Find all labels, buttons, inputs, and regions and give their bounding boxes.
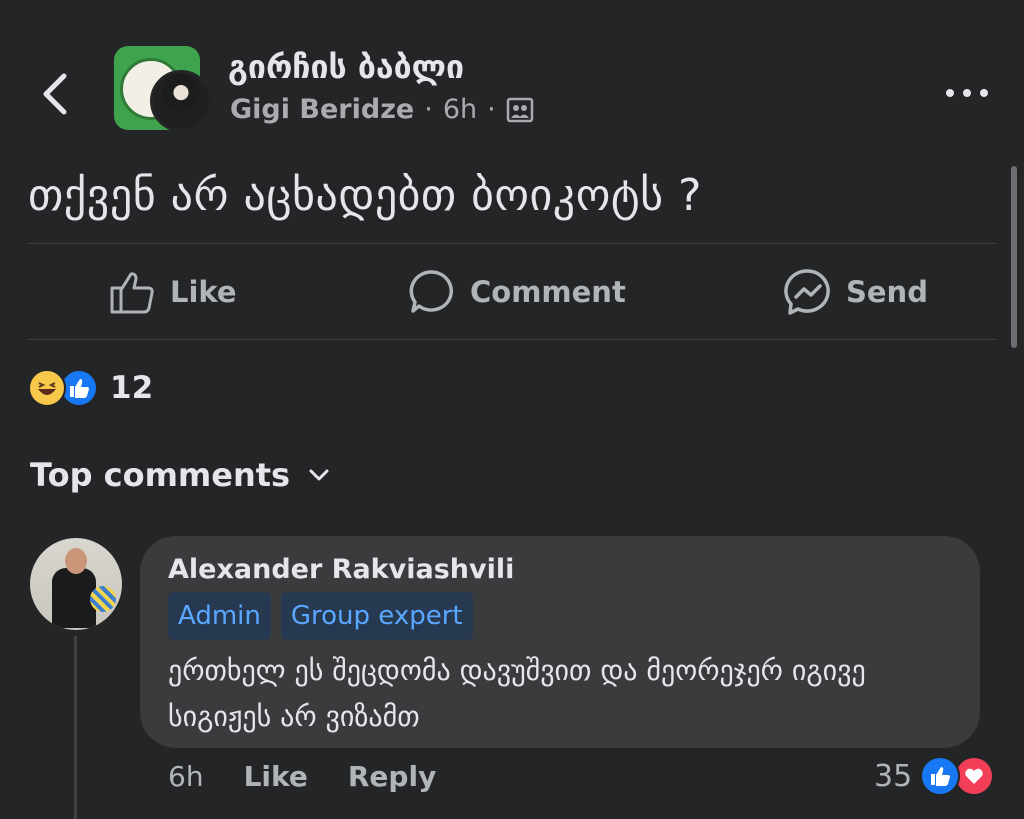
comment-reaction-count: 35 (874, 758, 913, 794)
group-name[interactable]: გირჩის ბაბლი (228, 48, 464, 86)
like-reaction-icon (920, 756, 961, 796)
comment-reply-button[interactable]: Reply (348, 760, 436, 793)
post-meta: Gigi Beridze · 6h · (230, 94, 534, 125)
divider (28, 243, 996, 244)
scrollbar[interactable] (1011, 166, 1017, 348)
haha-reaction-icon (28, 369, 66, 407)
comment-meta: 6h Like Reply (168, 760, 436, 793)
comment-reactions[interactable]: 35 (874, 756, 995, 796)
comment-time: 6h (168, 760, 204, 793)
messenger-icon (784, 269, 830, 315)
commenter-avatar[interactable] (30, 538, 122, 630)
dot-icon (980, 89, 988, 97)
like-label: Like (170, 275, 237, 309)
like-button[interactable]: Like (108, 262, 237, 322)
thread-line (74, 636, 77, 819)
reaction-count: 12 (110, 370, 154, 406)
thumbs-up-icon (110, 272, 154, 314)
comment-sort-label: Top comments (30, 456, 291, 494)
meta-separator: · (424, 94, 433, 125)
comment-sort-dropdown[interactable]: Top comments (30, 456, 330, 494)
comment-label: Comment (470, 275, 626, 309)
author-avatar[interactable] (150, 70, 212, 132)
group-expert-badge[interactable]: Group expert (280, 592, 473, 640)
comment-button[interactable]: Comment (408, 262, 626, 322)
post-time[interactable]: 6h (443, 94, 477, 125)
comment-text: ერთხელ ეს შეცდომა დავუშვით და მეორეჯერ ი… (168, 654, 866, 733)
author-name[interactable]: Gigi Beridze (230, 94, 414, 125)
comment-like-button[interactable]: Like (244, 760, 308, 793)
back-button[interactable] (36, 68, 76, 120)
dot-icon (963, 89, 971, 97)
admin-badge[interactable]: Admin (168, 592, 271, 640)
chevron-left-icon (43, 73, 67, 115)
commenter-name[interactable]: Alexander Rakviashvili (168, 554, 514, 585)
chevron-down-icon (309, 469, 329, 481)
divider (28, 339, 996, 340)
commenter-badges: Admin Group expert (168, 592, 473, 640)
group-audience-icon (506, 97, 533, 122)
dot-icon (946, 89, 954, 97)
send-button[interactable]: Send (784, 262, 928, 322)
comment-icon (409, 270, 453, 313)
more-options-button[interactable] (944, 78, 990, 108)
post-page: გირჩის ბაბლი Gigi Beridze · 6h · თქვენ ა… (0, 0, 1024, 819)
post-text: თქვენ არ აცხადებთ ბოიკოტს ? (28, 170, 702, 221)
post-reactions[interactable]: 12 (28, 368, 153, 408)
love-reaction-icon (954, 756, 995, 796)
meta-separator: · (487, 94, 496, 125)
send-label: Send (846, 275, 928, 309)
